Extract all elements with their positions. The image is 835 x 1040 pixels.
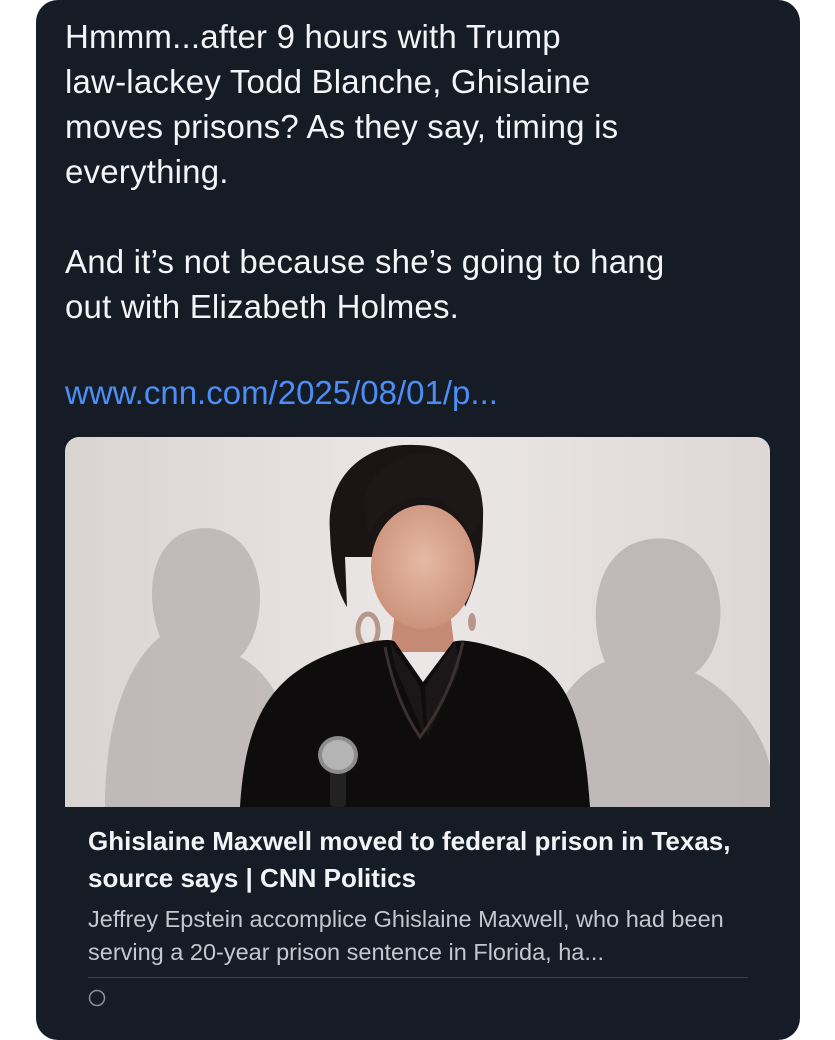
link-preview-description: Jeffrey Epstein accomplice Ghislaine Max…	[88, 906, 724, 965]
link-preview-title[interactable]: Ghislaine Maxwell moved to federal priso…	[88, 823, 748, 897]
divider	[88, 977, 748, 978]
post-text: Hmmm...after 9 hours with Trump law-lack…	[65, 18, 665, 325]
link-preview-card[interactable]: Ghislaine Maxwell moved to federal priso…	[65, 437, 770, 1040]
globe-icon	[88, 989, 106, 1007]
post-card: Hmmm...after 9 hours with Trump law-lack…	[36, 0, 800, 1040]
link-preview-body: Ghislaine Maxwell moved to federal priso…	[65, 807, 770, 1040]
post-link[interactable]: www.cnn.com/2025/08/01/p...	[65, 370, 498, 415]
link-preview-image	[65, 437, 770, 807]
